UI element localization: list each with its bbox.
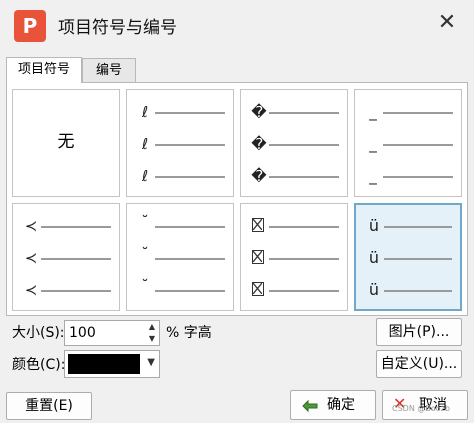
size-spinner: ▲ ▼ [145,321,159,345]
reset-button[interactable]: 重置(E) [6,392,92,420]
bullet-option-underscore[interactable]: _ _ _ [354,89,462,197]
chevron-down-icon: ▼ [147,357,155,368]
tab-bullets[interactable]: 项目符号 [6,57,82,83]
bullet-glyph: � [251,135,267,153]
bullet-gallery: 无 ℓ ℓ ℓ � � � _ _ _ ≺ ≺ ≺ ˘ ˘ ˘ ü ü ü [6,82,468,316]
bullet-glyph: _ [369,135,377,153]
bullet-glyph: � [251,167,267,185]
boxed-x-icon [251,248,267,268]
ok-button[interactable]: 确定 [290,390,376,420]
bullet-option-none[interactable]: 无 [12,89,120,197]
bullet-glyph: ü [368,280,380,299]
spin-up-icon[interactable]: ▲ [145,321,159,333]
bullet-glyph: ü [368,248,380,267]
bullet-glyph: ℓ [141,167,149,185]
check-arrow-icon [301,391,321,423]
bullet-glyph: ˘ [141,213,149,231]
bullet-option-u-umlaut[interactable]: ü ü ü [354,203,462,311]
title-bar: P 项目符号与编号 ✕ [0,0,474,48]
size-unit-label: % 字高 [166,325,212,341]
bullet-glyph: ˘ [141,245,149,263]
bullet-glyph: ü [368,216,380,235]
bullet-glyph: _ [369,167,377,185]
bullet-glyph: ℓ [141,103,149,121]
boxed-x-icon [251,216,267,236]
tab-numbering[interactable]: 编号 [82,58,136,82]
color-dropdown[interactable]: ▼ [64,350,160,378]
bullet-glyph: ≺ [24,217,38,235]
color-swatch [68,354,140,374]
app-logo-icon: P [14,10,46,42]
spin-down-icon[interactable]: ▼ [145,333,159,345]
size-label: 大小(S): [12,325,65,341]
close-icon[interactable]: ✕ [434,10,460,36]
size-value[interactable]: 100 [69,321,96,345]
bullet-option-diamond-question[interactable]: � � � [240,89,348,197]
color-label: 颜色(C): [12,357,66,373]
boxed-x-icon [251,280,267,300]
bullet-option-breve[interactable]: ˘ ˘ ˘ [126,203,234,311]
bullet-option-boxed-x[interactable] [240,203,348,311]
bullet-glyph: _ [369,103,377,121]
ok-label: 确定 [327,397,355,413]
bullet-glyph: ˘ [141,277,149,295]
bullet-option-script-l[interactable]: ℓ ℓ ℓ [126,89,234,197]
bullet-glyph: ≺ [24,249,38,267]
custom-button[interactable]: 自定义(U)... [376,350,462,378]
bullet-glyph: ≺ [24,281,38,299]
picture-button[interactable]: 图片(P)... [376,318,462,346]
bullet-glyph: ℓ [141,135,149,153]
dialog-title: 项目符号与编号 [58,18,177,38]
bullet-none-label: 无 [57,132,75,152]
size-stepper[interactable]: 100 ▲ ▼ [64,320,160,346]
bullet-option-less-than[interactable]: ≺ ≺ ≺ [12,203,120,311]
bullet-glyph: � [251,103,267,121]
watermark: CSDN @Boozb [392,404,450,413]
